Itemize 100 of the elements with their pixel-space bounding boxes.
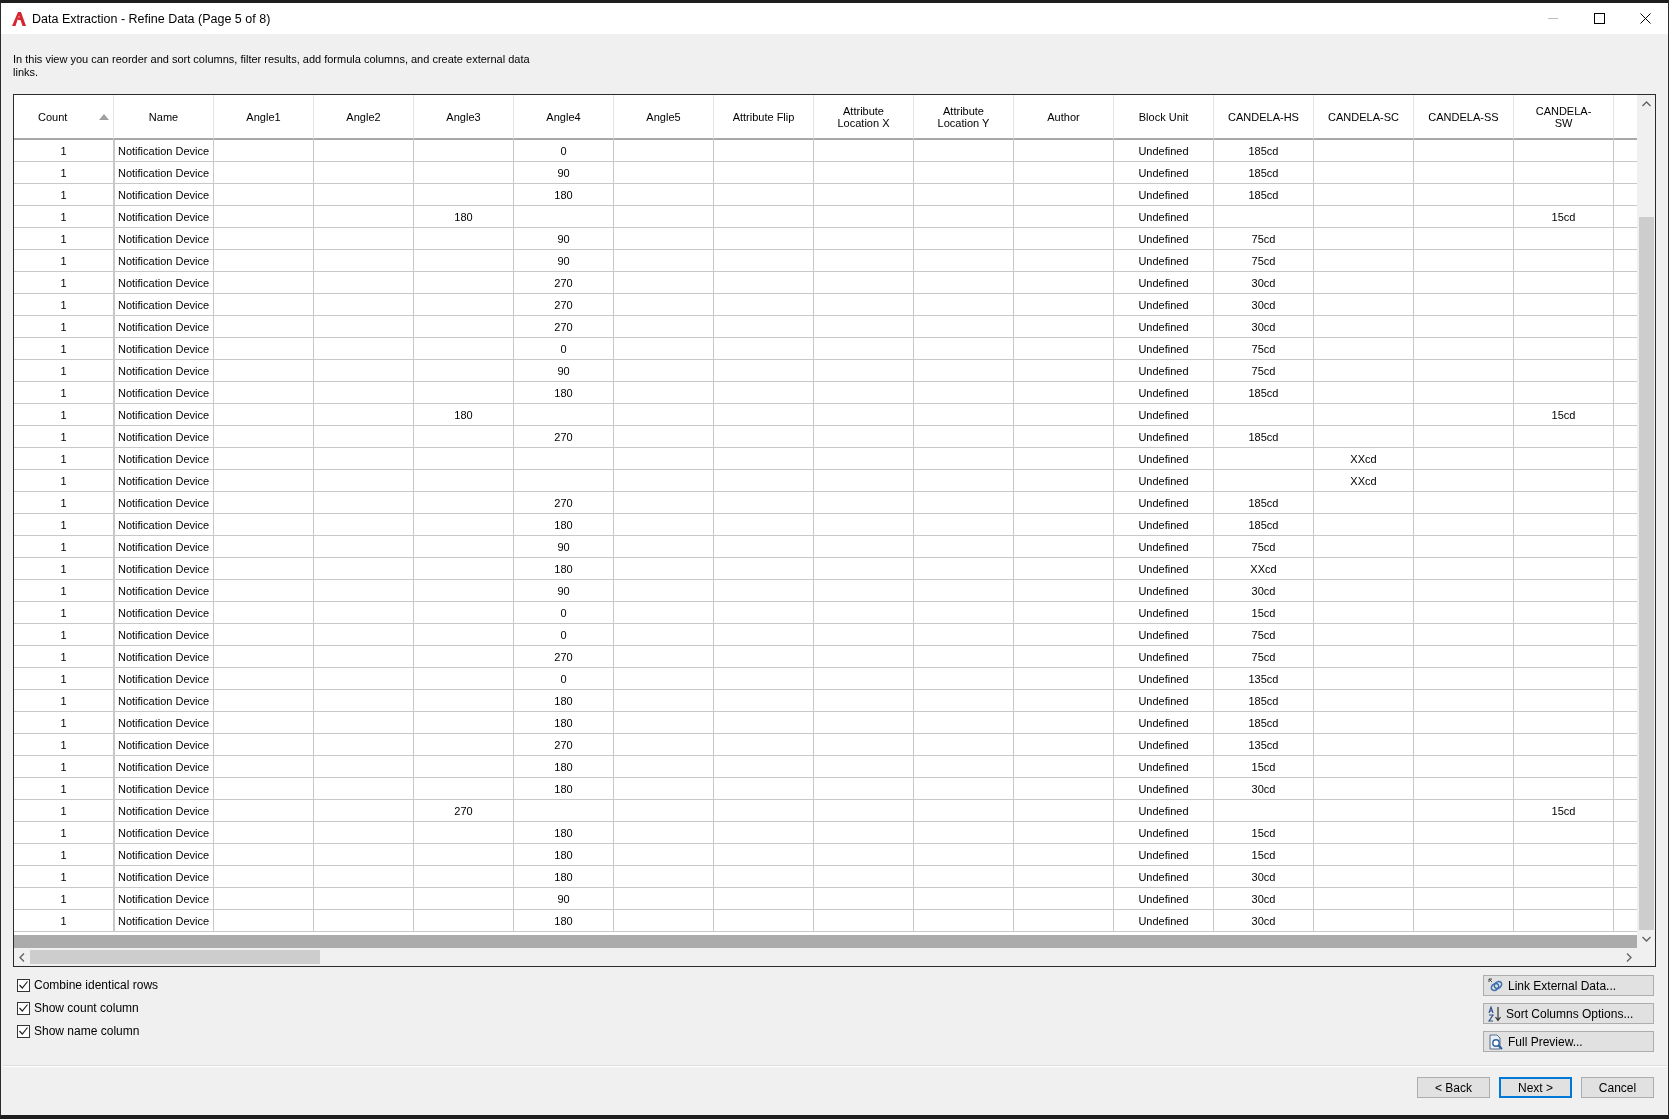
nav-button[interactable]: < Back [1417, 1077, 1490, 1098]
table-cell: 1 [14, 866, 114, 888]
table-cell: 1 [14, 778, 114, 800]
table-cell: 30cd [1214, 580, 1314, 602]
table-cell: 90 [514, 162, 614, 184]
checkbox-label[interactable]: Show count column [34, 1001, 139, 1015]
maximize-icon[interactable] [1593, 13, 1605, 24]
table-cell: 1 [14, 756, 114, 778]
table-cell: Notification Device [114, 294, 214, 316]
table-cell: Notification Device [114, 668, 214, 690]
table-cell: Undefined [1114, 382, 1214, 404]
table-cell: XXcd [1314, 470, 1414, 492]
table-cell: Notification Device [114, 756, 214, 778]
table-cell: Undefined [1114, 844, 1214, 866]
column-header[interactable]: Attribute Location Y [914, 95, 1014, 140]
table-cell: Notification Device [114, 470, 214, 492]
table-cell: Notification Device [114, 162, 214, 184]
table-cell: 90 [514, 360, 614, 382]
table-cell: 15cd [1214, 822, 1314, 844]
table-cell: 185cd [1214, 690, 1314, 712]
table-cell: 0 [514, 140, 614, 162]
table-cell: 1 [14, 888, 114, 910]
table-cell: Undefined [1114, 624, 1214, 646]
table-cell: Notification Device [114, 800, 214, 822]
table-cell: Undefined [1114, 470, 1214, 492]
column-header[interactable]: Angle2 [314, 95, 414, 140]
table-cell: 15cd [1214, 844, 1314, 866]
table-cell: 75cd [1214, 536, 1314, 558]
table-cell: 270 [514, 426, 614, 448]
table-cell: 1 [14, 294, 114, 316]
column-header[interactable]: Block Unit [1114, 95, 1214, 140]
table-cell: 180 [514, 778, 614, 800]
checkbox[interactable] [17, 1001, 30, 1015]
column-header[interactable]: Name [114, 95, 214, 140]
table-cell: Undefined [1114, 272, 1214, 294]
table-cell: Notification Device [114, 536, 214, 558]
side-button[interactable]: Link External Data... [1483, 975, 1654, 996]
table-cell: Undefined [1114, 206, 1214, 228]
column-header[interactable]: Attribute Location X [814, 95, 914, 140]
table-cell: Undefined [1114, 690, 1214, 712]
column-header[interactable]: Author [1014, 95, 1114, 140]
table-cell: Notification Device [114, 888, 214, 910]
scrollbar-thumb[interactable] [30, 950, 320, 964]
app-logo-icon [12, 11, 26, 26]
scroll-up-icon[interactable] [1641, 101, 1651, 107]
table-cell: 180 [514, 690, 614, 712]
table-cell: 180 [514, 756, 614, 778]
table-cell: Notification Device [114, 250, 214, 272]
table-cell: 1 [14, 426, 114, 448]
checkbox-label[interactable]: Show name column [34, 1024, 140, 1038]
column-header[interactable]: Count [14, 95, 114, 140]
scroll-left-icon[interactable] [19, 952, 25, 962]
table-cell: 30cd [1214, 778, 1314, 800]
column-header[interactable]: Angle1 [214, 95, 314, 140]
table-cell: 30cd [1214, 272, 1314, 294]
table-cell: Undefined [1114, 250, 1214, 272]
column-header[interactable]: Angle3 [414, 95, 514, 140]
checkbox[interactable] [17, 978, 30, 992]
table-cell: 1 [14, 382, 114, 404]
table-cell: 180 [514, 514, 614, 536]
column-header[interactable]: Attribute Flip [714, 95, 814, 140]
table-cell: 1 [14, 448, 114, 470]
table-cell: 90 [514, 888, 614, 910]
nav-button[interactable]: Cancel [1581, 1077, 1654, 1098]
table-cell: Notification Device [114, 272, 214, 294]
table-cell: 0 [514, 668, 614, 690]
table-cell: Undefined [1114, 668, 1214, 690]
table-cell: 1 [14, 822, 114, 844]
side-button[interactable]: Full Preview... [1483, 1031, 1654, 1052]
table-cell: 135cd [1214, 668, 1314, 690]
table-cell: 1 [14, 470, 114, 492]
nav-button[interactable]: Next > [1499, 1077, 1572, 1098]
table-cell: 1 [14, 646, 114, 668]
table-cell: 270 [514, 734, 614, 756]
column-header[interactable]: CANDELA-HS [1214, 95, 1314, 140]
table-cell: 90 [514, 228, 614, 250]
table-cell: 30cd [1214, 866, 1314, 888]
close-icon[interactable] [1639, 13, 1651, 24]
table-cell: 1 [14, 206, 114, 228]
scroll-down-icon[interactable] [1641, 936, 1651, 942]
table-cell: 180 [414, 404, 514, 426]
table-cell: XXcd [1314, 448, 1414, 470]
table-cell: 15cd [1214, 602, 1314, 624]
column-header[interactable]: CANDELA-SS [1414, 95, 1514, 140]
column-header[interactable]: CANDELA-SW [1514, 95, 1614, 140]
table-cell: 180 [514, 184, 614, 206]
checkbox[interactable] [17, 1024, 30, 1038]
column-header[interactable]: CANDELA-SC [1314, 95, 1414, 140]
checkbox-label[interactable]: Combine identical rows [34, 978, 159, 992]
column-header[interactable]: Angle5 [614, 95, 714, 140]
table-cell: 75cd [1214, 646, 1314, 668]
table-cell: 185cd [1214, 492, 1314, 514]
table-cell: 90 [514, 250, 614, 272]
side-button[interactable]: Sort Columns Options... [1483, 1003, 1654, 1024]
table-cell: Notification Device [114, 426, 214, 448]
scroll-right-icon[interactable] [1626, 952, 1632, 962]
table-cell: 1 [14, 228, 114, 250]
scrollbar-thumb[interactable] [1639, 217, 1654, 930]
column-header[interactable]: Angle4 [514, 95, 614, 140]
table-cell: 180 [514, 866, 614, 888]
